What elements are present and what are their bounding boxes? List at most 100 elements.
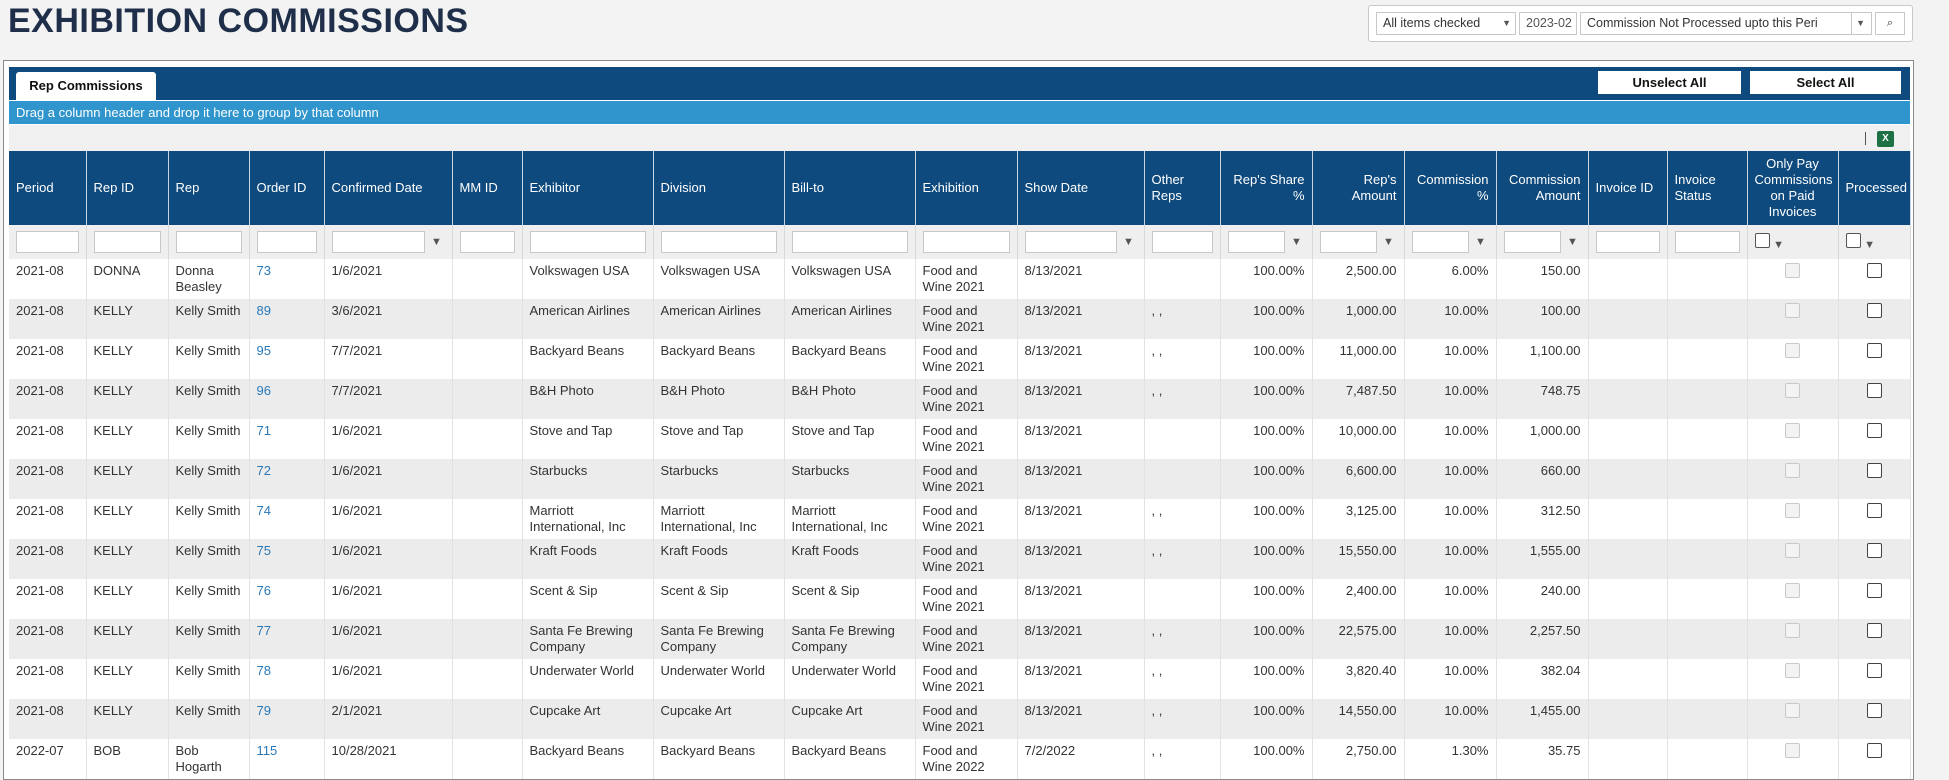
order-link[interactable]: 73 (257, 263, 271, 278)
column-header-7[interactable]: Division (653, 151, 785, 225)
column-header-15[interactable]: Commission Amount (1496, 151, 1589, 225)
unselect-all-button[interactable]: Unselect All (1598, 71, 1741, 94)
column-header-10[interactable]: Show Date (1017, 151, 1145, 225)
processed-checkbox[interactable] (1866, 383, 1882, 398)
order-link[interactable]: 96 (257, 383, 271, 398)
processed-checkbox[interactable] (1866, 303, 1882, 318)
table-row[interactable]: 2021-08 KELLY Kelly Smith 96 7/7/2021 B&H Pho… (9, 379, 1911, 419)
column-header-17[interactable]: Invoice Status (1667, 151, 1748, 225)
cell-bill-to: Backyard Beans (784, 339, 916, 379)
column-header-3[interactable]: Order ID (249, 151, 325, 225)
order-link[interactable]: 75 (257, 543, 271, 558)
order-link[interactable]: 71 (257, 423, 271, 438)
processed-checkbox[interactable] (1866, 623, 1882, 638)
filter-funnel-icon[interactable]: ▼ (1121, 236, 1137, 248)
order-link[interactable]: 77 (257, 623, 271, 638)
filter-input[interactable] (1595, 231, 1660, 253)
excel-export-icon[interactable]: X (1877, 131, 1894, 147)
column-header-18[interactable]: Only Pay Commissions on Paid Invoices (1747, 151, 1839, 225)
filter-input[interactable] (93, 231, 161, 253)
period-input[interactable]: 2023-02 (1519, 12, 1577, 35)
column-header-9[interactable]: Exhibition (915, 151, 1018, 225)
filter-funnel-icon[interactable]: ▼ (1473, 236, 1489, 248)
table-row[interactable]: 2022-07 BOB Bob Hogarth 115 10/28/2021 Backya… (9, 739, 1911, 779)
filter-input[interactable] (331, 231, 425, 253)
order-link[interactable]: 72 (257, 463, 271, 478)
cell-confirmed: 1/6/2021 (324, 459, 453, 499)
processed-checkbox[interactable] (1866, 583, 1882, 598)
order-link[interactable]: 95 (257, 343, 271, 358)
processed-checkbox[interactable] (1866, 343, 1882, 358)
table-row[interactable]: 2021-08 KELLY Kelly Smith 79 2/1/2021 Cupcake… (9, 699, 1911, 739)
filter-input[interactable] (459, 231, 515, 253)
filter-input[interactable] (256, 231, 317, 253)
table-row[interactable]: 2021-08 KELLY Kelly Smith 74 1/6/2021 Marriot… (9, 499, 1911, 539)
column-header-12[interactable]: Rep's Share % (1220, 151, 1313, 225)
filter-input[interactable] (1411, 231, 1469, 253)
processed-checkbox[interactable] (1866, 663, 1882, 678)
filter-input[interactable] (175, 231, 242, 253)
status-dropdown[interactable]: Commission Not Processed upto this Peri … (1580, 12, 1872, 35)
column-header-11[interactable]: Other Reps (1144, 151, 1221, 225)
filter-input[interactable] (1151, 231, 1213, 253)
column-header-13[interactable]: Rep's Amount (1312, 151, 1405, 225)
search-button[interactable]: ⌕ (1875, 12, 1905, 35)
column-header-8[interactable]: Bill-to (784, 151, 916, 225)
table-row[interactable]: 2021-08 KELLY Kelly Smith 72 1/6/2021 Starbuc… (9, 459, 1911, 499)
column-header-0[interactable]: Period (9, 151, 87, 225)
tab-rep-commissions[interactable]: Rep Commissions (16, 72, 156, 100)
filter-input[interactable] (16, 231, 79, 253)
table-row[interactable]: 2021-08 KELLY Kelly Smith 71 1/6/2021 Stove a… (9, 419, 1911, 459)
filter-funnel-icon[interactable]: ▼ (1565, 236, 1581, 248)
order-link[interactable]: 89 (257, 303, 271, 318)
processed-checkbox[interactable] (1866, 423, 1882, 438)
processed-checkbox[interactable] (1866, 463, 1882, 478)
processed-checkbox[interactable] (1866, 263, 1882, 278)
processed-checkbox[interactable] (1866, 543, 1882, 558)
filter-funnel-icon[interactable]: ▼ (1864, 239, 1875, 251)
column-header-5[interactable]: MM ID (452, 151, 523, 225)
table-row[interactable]: 2021-08 KELLY Kelly Smith 89 3/6/2021 America… (9, 299, 1911, 339)
column-header-4[interactable]: Confirmed Date (324, 151, 453, 225)
filter-input[interactable] (1674, 231, 1740, 253)
group-by-panel[interactable]: Drag a column header and drop it here to… (9, 101, 1910, 124)
filter-input[interactable] (529, 231, 646, 253)
column-header-19[interactable]: Processed (1838, 151, 1911, 225)
column-header-1[interactable]: Rep ID (86, 151, 169, 225)
table-row[interactable]: 2021-08 DONNA Donna Beasley 73 1/6/2021 Volks… (9, 259, 1911, 299)
filter-input[interactable] (660, 231, 777, 253)
filter-funnel-icon[interactable]: ▼ (429, 236, 445, 248)
filter-funnel-icon[interactable]: ▼ (1381, 236, 1397, 248)
filter-input[interactable] (1503, 231, 1561, 253)
filter-checkbox[interactable] (1845, 233, 1861, 248)
filter-input[interactable] (922, 231, 1010, 253)
filter-input[interactable] (1227, 231, 1285, 253)
column-header-16[interactable]: Invoice ID (1588, 151, 1668, 225)
items-checked-dropdown[interactable]: All items checked ▼ (1376, 12, 1516, 35)
column-header-2[interactable]: Rep (168, 151, 250, 225)
cell-division: Kraft Foods (653, 539, 785, 579)
order-link[interactable]: 76 (257, 583, 271, 598)
order-link[interactable]: 79 (257, 703, 271, 718)
filter-checkbox[interactable] (1754, 233, 1770, 248)
table-row[interactable]: 2021-08 KELLY Kelly Smith 76 1/6/2021 Scent &… (9, 579, 1911, 619)
processed-checkbox[interactable] (1866, 503, 1882, 518)
order-link[interactable]: 78 (257, 663, 271, 678)
filter-funnel-icon[interactable]: ▼ (1773, 239, 1784, 251)
select-all-button[interactable]: Select All (1750, 71, 1901, 94)
filter-funnel-icon[interactable]: ▼ (1289, 236, 1305, 248)
filter-input[interactable] (1319, 231, 1377, 253)
table-row[interactable]: 2021-08 KELLY Kelly Smith 77 1/6/2021 Santa F… (9, 619, 1911, 659)
cell-rep: Donna Beasley (168, 259, 250, 299)
processed-checkbox[interactable] (1866, 743, 1882, 758)
processed-checkbox[interactable] (1866, 703, 1882, 718)
filter-input[interactable] (1024, 231, 1117, 253)
order-link[interactable]: 115 (257, 743, 278, 758)
table-row[interactable]: 2021-08 KELLY Kelly Smith 95 7/7/2021 Backyar… (9, 339, 1911, 379)
filter-input[interactable] (791, 231, 908, 253)
order-link[interactable]: 74 (257, 503, 271, 518)
table-row[interactable]: 2021-08 KELLY Kelly Smith 78 1/6/2021 Underwa… (9, 659, 1911, 699)
column-header-6[interactable]: Exhibitor (522, 151, 654, 225)
table-row[interactable]: 2021-08 KELLY Kelly Smith 75 1/6/2021 Kraft F… (9, 539, 1911, 579)
column-header-14[interactable]: Commission % (1404, 151, 1497, 225)
